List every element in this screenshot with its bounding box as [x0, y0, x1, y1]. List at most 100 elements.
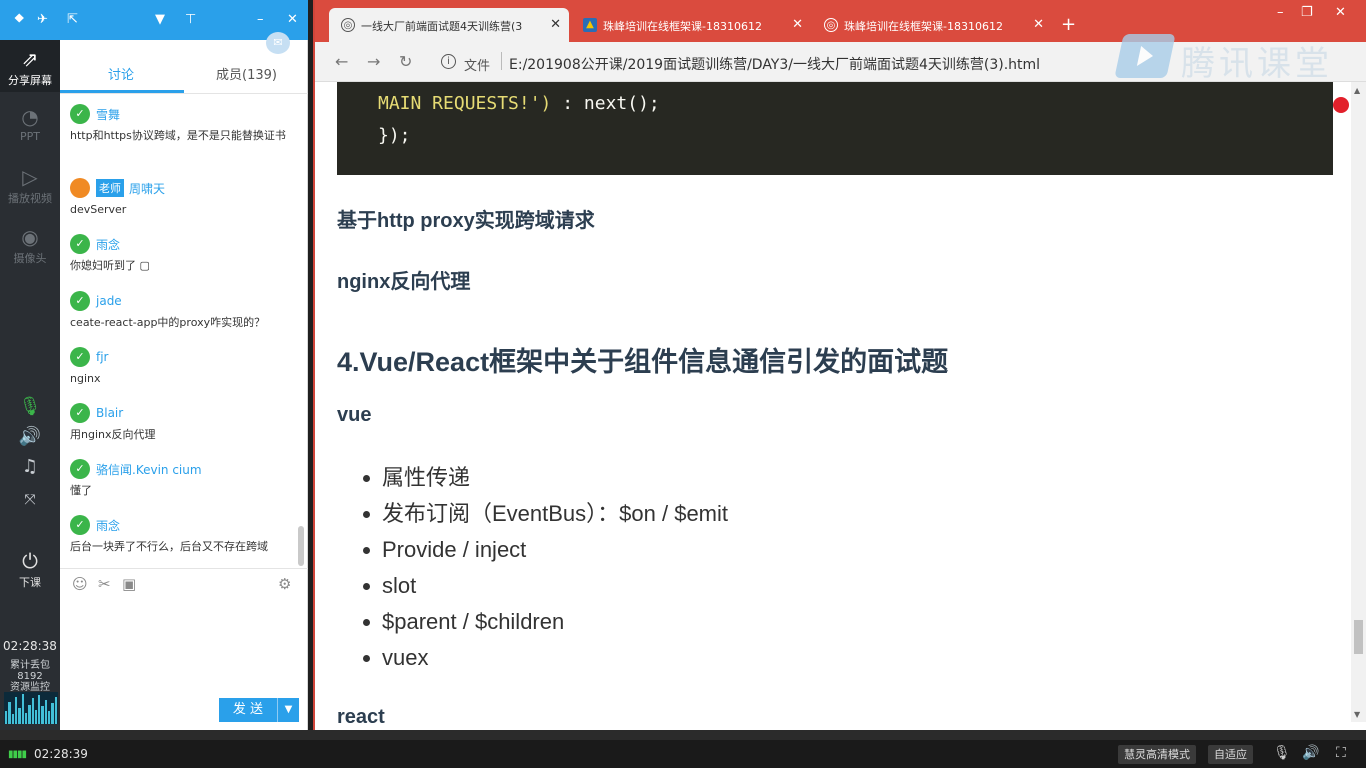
- info-icon[interactable]: i: [441, 54, 456, 69]
- quality-mode-button[interactable]: 慧灵高清模式: [1118, 745, 1196, 764]
- logo-icon: ⯁: [14, 12, 25, 27]
- mic-muted-icon[interactable]: 🎙: [1273, 745, 1291, 761]
- list-item: ✓ fjr nginx: [70, 347, 294, 387]
- wechat-avatar-icon: ✓: [70, 234, 90, 254]
- sender-name[interactable]: 雨念: [96, 236, 120, 253]
- notice-icon[interactable]: ✉: [266, 32, 290, 54]
- packet-loss-label: 累计丢包: [10, 660, 50, 671]
- reload-icon[interactable]: ↻: [399, 52, 412, 71]
- music-icon[interactable]: ♫: [0, 456, 60, 477]
- close-icon[interactable]: ✕: [1335, 5, 1346, 20]
- divider: [501, 52, 502, 70]
- class-clock: 02:28:38: [3, 639, 57, 653]
- play-video-label: 播放视频: [8, 192, 52, 205]
- share-screen-button[interactable]: ⇗ 分享屏幕: [0, 40, 60, 92]
- sender-name[interactable]: 周啸天: [129, 180, 165, 197]
- teacher-badge: 老师: [96, 179, 124, 197]
- emoji-icon[interactable]: ☺: [72, 575, 88, 593]
- list-item: ✓ Blair 用nginx反向代理: [70, 403, 294, 443]
- tool-rail: ⇗ 分享屏幕 ◔ PPT ▷ 播放视频 ◉ 摄像头 🎙 🔊 ♫ ⤧ ⏻ 下课 0…: [0, 40, 60, 730]
- play-video-button[interactable]: ▷ 播放视频: [0, 166, 60, 206]
- close-icon[interactable]: ✕: [792, 17, 803, 32]
- play-video-icon: ▷: [22, 165, 38, 189]
- sender-name[interactable]: 骆信闻.Kevin cium: [96, 461, 202, 478]
- sender-name[interactable]: fjr: [96, 350, 109, 364]
- packet-loss-value: 8192: [17, 671, 43, 682]
- sender-name[interactable]: 雪舞: [96, 106, 120, 123]
- tab-interview[interactable]: ◎ 一线大厂前端面试题4天训练营(3 ✕: [329, 8, 569, 42]
- message-text: 你媳妇听到了 ▢: [70, 259, 150, 272]
- avatar: [70, 178, 90, 198]
- speaker-icon[interactable]: 🔊: [0, 426, 60, 447]
- chevron-down-icon[interactable]: ▼: [277, 698, 299, 722]
- ppt-icon: ◔: [21, 105, 39, 129]
- scroll-down-icon[interactable]: ▼: [1354, 710, 1360, 719]
- list-item: ✓ 雨念 后台一块弄了不行么，后台又不存在跨域: [70, 515, 294, 555]
- tab-title: 一线大厂前端面试题4天训练营(3: [361, 20, 523, 33]
- list-item: ✓ jade ceate-react-app中的proxy咋实现的？: [70, 291, 294, 331]
- ppt-label: PPT: [20, 130, 40, 143]
- tab-members[interactable]: 成员(139): [216, 64, 277, 83]
- close-icon[interactable]: ✕: [287, 13, 298, 27]
- minimize-icon[interactable]: –: [1277, 5, 1284, 20]
- close-icon[interactable]: ✕: [550, 17, 561, 32]
- power-icon: ⏻: [22, 549, 38, 573]
- scissors-icon[interactable]: ✂: [98, 575, 111, 593]
- sender-name[interactable]: jade: [96, 294, 122, 308]
- share-out-icon[interactable]: ⇱: [67, 13, 78, 27]
- chat-scrollbar[interactable]: [298, 526, 304, 566]
- maximize-icon[interactable]: ❐: [1301, 5, 1313, 20]
- signal-icon: ▮▮▮▮: [8, 749, 27, 760]
- fullscreen-icon[interactable]: ⤧: [0, 492, 60, 508]
- forward-icon[interactable]: →: [367, 52, 380, 71]
- url-field[interactable]: E:/201908公开课/2019面试题训练营/DAY3/一线大厂前端面试题4天…: [509, 54, 1040, 74]
- tab-discussion[interactable]: 讨论: [108, 64, 134, 83]
- chevron-down-icon[interactable]: ▼: [155, 13, 165, 27]
- browser-window: ◎ 一线大厂前端面试题4天训练营(3 ✕ ▲ 珠峰培训在线框架课-1831061…: [313, 0, 1366, 730]
- message-list: ✓ 雪舞 http和https协议跨域，是不是只能替换证书 老师 周啸天 devSe…: [60, 98, 298, 568]
- minimize-icon[interactable]: –: [257, 13, 264, 27]
- message-text: http和https协议跨域，是不是只能替换证书: [70, 129, 286, 142]
- close-icon[interactable]: ✕: [1033, 17, 1044, 32]
- screen: ⯁ ✈ ⇱ ▼ ⊤ – ✕ ⇗ 分享屏幕 ◔ PPT ▷ 播放视频 ◉ 摄像头 …: [0, 0, 1366, 768]
- adapt-button[interactable]: 自适应: [1208, 745, 1253, 764]
- message-text: 后台一块弄了不行么，后台又不存在跨域: [70, 540, 268, 553]
- page-scrollbar[interactable]: ▲ ▼: [1351, 82, 1366, 722]
- plane-icon[interactable]: ✈: [37, 13, 48, 27]
- send-label: 发 送: [232, 702, 264, 717]
- watermark-text: 腾讯课堂: [1181, 44, 1333, 84]
- share-screen-icon: ⇗: [21, 47, 39, 71]
- tab-title: 珠峰培训在线框架课-18310612: [844, 20, 1003, 33]
- wechat-avatar-icon: ✓: [70, 515, 90, 535]
- sender-name[interactable]: Blair: [96, 406, 123, 420]
- speaker-icon[interactable]: 🔊: [1302, 745, 1319, 761]
- send-button[interactable]: 发 送 ▼: [219, 698, 299, 722]
- globe-icon: ◎: [824, 18, 838, 32]
- site-icon: ▲: [583, 18, 597, 32]
- pin-icon[interactable]: ⊤: [185, 13, 196, 27]
- list-item: ✓ 雨念 你媳妇听到了 ▢: [70, 234, 294, 274]
- microphone-icon[interactable]: 🎙: [0, 396, 60, 417]
- code-text: });: [378, 125, 411, 146]
- ppt-button[interactable]: ◔ PPT: [0, 106, 60, 143]
- back-icon[interactable]: ←: [335, 52, 348, 71]
- message-text: devServer: [70, 203, 127, 216]
- tab-framework-1[interactable]: ▲ 珠峰培训在线框架课-18310612 ✕: [571, 8, 811, 42]
- fullscreen-icon[interactable]: ⛶: [1336, 745, 1346, 761]
- divider: [0, 730, 1366, 740]
- tab-framework-2[interactable]: ◎ 珠峰培训在线框架课-18310612 ✕: [812, 8, 1052, 42]
- camera-button[interactable]: ◉ 摄像头: [0, 226, 60, 266]
- sender-name[interactable]: 雨念: [96, 517, 120, 534]
- scroll-thumb[interactable]: [1354, 620, 1363, 654]
- wechat-avatar-icon: ✓: [70, 403, 90, 423]
- new-tab-icon[interactable]: +: [1061, 14, 1076, 35]
- scroll-up-icon[interactable]: ▲: [1354, 86, 1360, 95]
- list-item: $parent / $children: [363, 604, 728, 640]
- code-block: MAIN REQUESTS!') : next(); });: [337, 82, 1333, 175]
- tencent-classroom-logo-icon: [1114, 34, 1176, 78]
- gear-icon[interactable]: ⚙: [278, 575, 291, 593]
- end-class-button[interactable]: ⏻ 下课: [0, 550, 60, 590]
- message-text: 用nginx反向代理: [70, 428, 156, 441]
- camera-icon: ◉: [21, 225, 39, 249]
- image-icon[interactable]: ▣: [122, 575, 136, 593]
